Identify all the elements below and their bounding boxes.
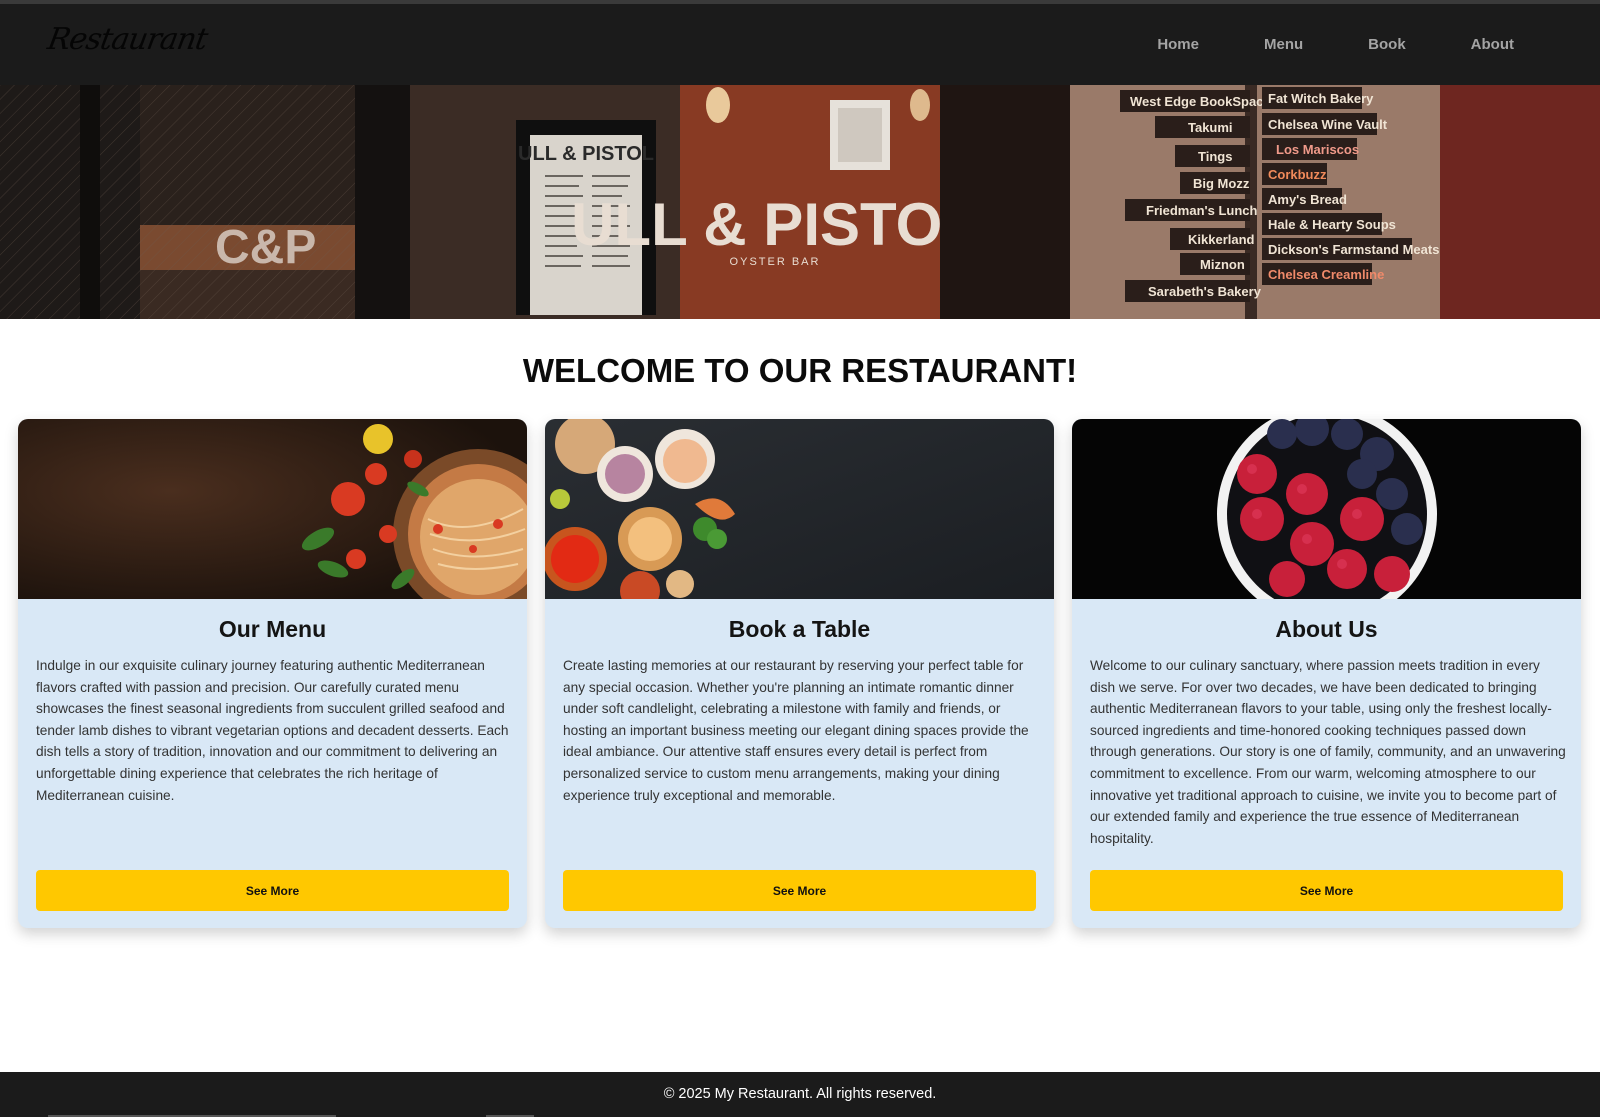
see-more-button[interactable]: See More <box>36 870 509 911</box>
bar-subtitle: OYSTER BAR <box>730 256 821 268</box>
site-footer: © 2025 My Restaurant. All rights reserve… <box>0 1072 1600 1117</box>
nav-book-link[interactable]: Book <box>1368 36 1406 53</box>
card-text: Indulge in our exquisite culinary journe… <box>36 658 509 803</box>
card-about: About Us Welcome to our culinary sanctua… <box>1072 419 1581 928</box>
sign-left: Sarabeth's Bakery <box>1148 284 1262 299</box>
sign-right: Dickson's Farmstand Meats <box>1268 242 1439 257</box>
page-title: WELCOME TO OUR RESTAURANT! <box>522 352 1078 389</box>
sign-left: Kikkerland <box>1188 232 1255 247</box>
hero-banner: C&P ULL & PISTOL ULL & PISTOL OYSTER BAR <box>0 85 1600 319</box>
card-book-image <box>545 419 1054 599</box>
sign-right: Amy's Bread <box>1268 192 1347 207</box>
bar-name: ULL & PISTOL <box>571 191 979 258</box>
sign-right: Los Mariscos <box>1276 142 1359 157</box>
site-header: Restaurant Home Menu Book About <box>0 4 1600 85</box>
nav-home-link[interactable]: Home <box>1157 36 1199 53</box>
card-text: Create lasting memories at our restauran… <box>563 658 1029 803</box>
sign-left: Friedman's Lunch <box>1146 203 1257 218</box>
copyright-text: © 2025 My Restaurant. All rights reserve… <box>663 1086 937 1102</box>
sign-right: Chelsea Wine Vault <box>1268 117 1388 132</box>
main-nav: Home Menu Book About <box>1092 4 1514 85</box>
card-text: Welcome to our culinary sanctuary, where… <box>1090 658 1566 846</box>
nav-about-link[interactable]: About <box>1471 36 1514 53</box>
hero-image: C&P ULL & PISTOL ULL & PISTOL OYSTER BAR <box>0 85 1600 319</box>
sign-left: Miznon <box>1200 257 1245 272</box>
sign-left: Tings <box>1198 149 1232 164</box>
sign-right: Fat Witch Bakery <box>1268 91 1374 106</box>
card-menu-image <box>18 419 527 599</box>
card-book: Book a Table Create lasting memories at … <box>545 419 1054 928</box>
card-title: Book a Table <box>728 616 871 642</box>
sign-right: Corkbuzz <box>1268 167 1327 182</box>
card-about-image <box>1072 419 1581 599</box>
menu-board-title: ULL & PISTOL <box>518 143 654 165</box>
sign-left: West Edge BookSpace <box>1130 94 1271 109</box>
see-more-button[interactable]: See More <box>563 870 1036 911</box>
card-title: About Us <box>1275 616 1378 642</box>
sign-right: Hale & Hearty Soups <box>1268 217 1396 232</box>
see-more-button[interactable]: See More <box>1090 870 1563 911</box>
logo[interactable]: Restaurant <box>45 22 210 57</box>
nav-menu-link[interactable]: Menu <box>1264 36 1303 53</box>
sign-left: Takumi <box>1188 120 1233 135</box>
sign-left: Big Mozz <box>1193 176 1250 191</box>
window-text: C&P <box>215 221 316 274</box>
card-title: Our Menu <box>218 616 327 642</box>
sign-right: Chelsea Creamline <box>1268 267 1384 282</box>
card-menu: Our Menu Indulge in our exquisite culina… <box>18 419 527 928</box>
